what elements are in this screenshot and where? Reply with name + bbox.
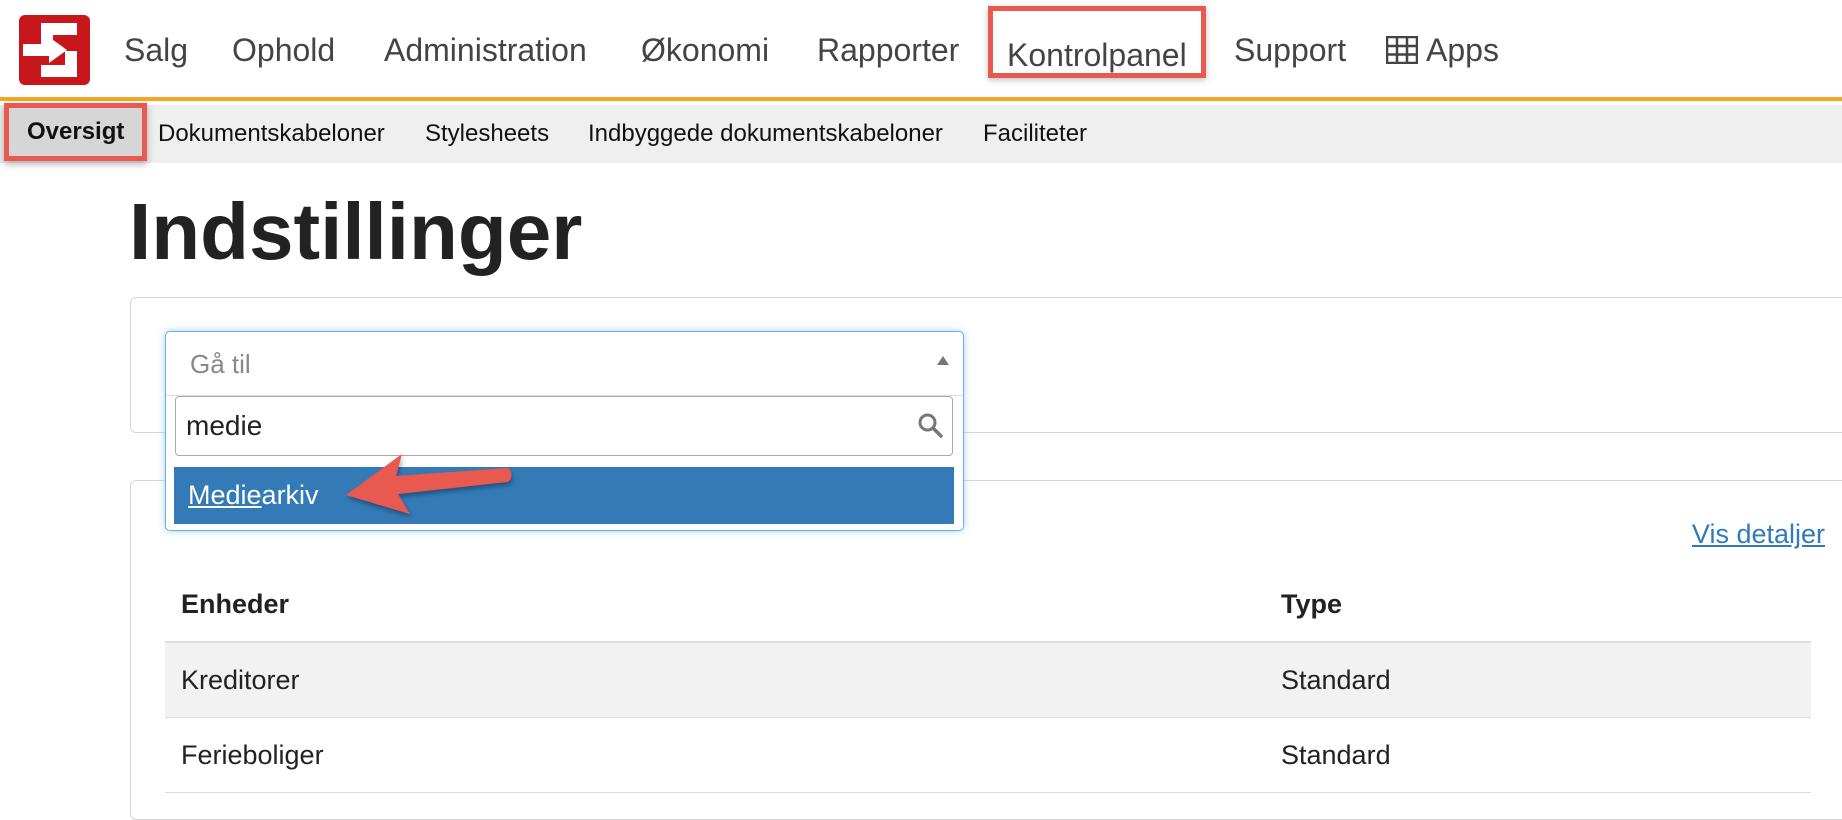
top-navigation: Salg Ophold Administration Økonomi Rappo…: [0, 0, 1842, 101]
option-rest-text: arkiv: [261, 480, 319, 510]
table-cell-unit: Ferieboliger: [165, 717, 1265, 793]
subnav-item-faciliteter[interactable]: Faciliteter: [983, 105, 1087, 163]
sub-navigation: Oversigt Dokumentskabeloner Stylesheets …: [0, 103, 1842, 163]
table-cell-type: Standard: [1265, 717, 1811, 793]
subnav-item-dokumentskabeloner[interactable]: Dokumentskabeloner: [158, 105, 385, 163]
vis-detaljer-link[interactable]: Vis detaljer: [1692, 519, 1825, 550]
subnav-item-stylesheets[interactable]: Stylesheets: [425, 105, 549, 163]
column-header-enheder[interactable]: Enheder: [165, 567, 1265, 643]
nav-item-administration[interactable]: Administration: [384, 28, 587, 72]
nav-item-ophold[interactable]: Ophold: [232, 28, 335, 72]
settings-panel: Vis detaljer Enheder Type Kreditorer Sta…: [130, 480, 1842, 820]
subnav-item-indbyggede[interactable]: Indbyggede dokumentskabeloner: [588, 105, 943, 163]
option-match-text: Medie: [188, 480, 262, 510]
nav-item-salg[interactable]: Salg: [124, 28, 188, 72]
grid-icon: [1386, 35, 1418, 64]
brand-logo[interactable]: [19, 15, 90, 85]
nav-item-apps[interactable]: Apps: [1386, 28, 1499, 72]
nav-apps-label: Apps: [1426, 32, 1499, 68]
goto-dropdown: Gå til Mediearkiv: [165, 331, 964, 531]
goto-search-input[interactable]: [175, 396, 953, 456]
table-row[interactable]: Ferieboliger Standard: [165, 717, 1811, 793]
table-cell-type: Standard: [1265, 642, 1811, 718]
search-icon: [918, 413, 943, 438]
goto-select[interactable]: Gå til: [166, 332, 963, 396]
page-title: Indstillinger: [129, 187, 583, 276]
nav-item-rapporter[interactable]: Rapporter: [817, 28, 959, 72]
column-header-type[interactable]: Type: [1265, 567, 1811, 643]
table-row[interactable]: Kreditorer Standard: [165, 642, 1811, 718]
nav-item-support[interactable]: Support: [1234, 28, 1346, 72]
dropdown-option-mediearkiv[interactable]: Mediearkiv: [174, 467, 954, 524]
nav-item-kontrolpanel[interactable]: Kontrolpanel: [988, 6, 1206, 78]
units-table: Enheder Type Kreditorer Standard Feriebo…: [165, 567, 1811, 793]
goto-placeholder: Gå til: [190, 349, 251, 379]
logo-arrow-icon: [23, 23, 77, 77]
subnav-item-oversigt[interactable]: Oversigt: [4, 103, 148, 161]
table-cell-unit: Kreditorer: [165, 642, 1265, 718]
table-header-row: Enheder Type: [165, 567, 1811, 643]
caret-up-icon: [937, 356, 949, 365]
nav-item-okonomi[interactable]: Økonomi: [641, 28, 769, 72]
